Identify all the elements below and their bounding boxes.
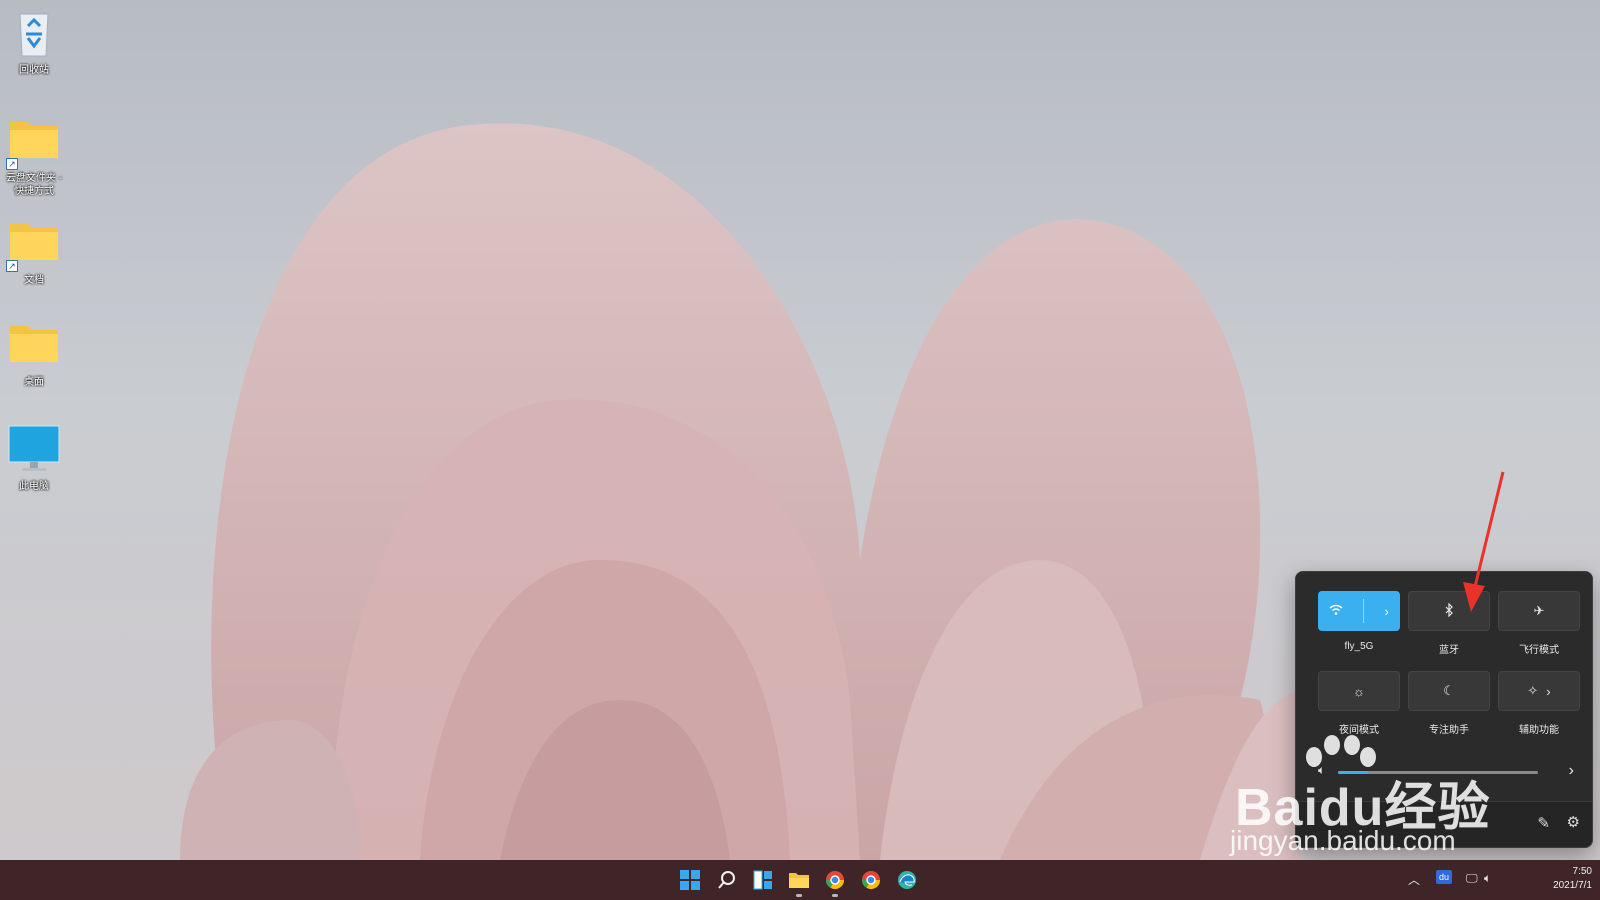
chevron-right-icon[interactable]: › [1385,604,1389,619]
quick-settings-footer: ✎ ⚙ [1296,801,1592,847]
pencil-icon[interactable]: ✎ [1537,814,1550,832]
edge-icon [898,871,916,889]
desktop-icon-documents[interactable]: ↗ 文档 [2,218,66,287]
file-explorer-button[interactable] [785,866,813,897]
clock-date: 2021/7/1 [1553,880,1592,891]
desktop-icon-label: 文档 [24,275,44,286]
volume-slider[interactable] [1338,771,1538,774]
tile-label: 飞行模式 [1519,645,1559,656]
chevron-up-icon[interactable]: ︿ [1408,871,1420,888]
folder-shortcut-icon: ↗ [6,218,62,272]
chrome-icon [862,871,880,890]
shortcut-arrow-icon: ↗ [6,260,18,272]
folder-shortcut-icon: ↗ [6,116,62,170]
desktop-icon-cloud-folder[interactable]: ↗ 云盘文件夹 - 快捷方式 [2,116,66,198]
annotation-arrow [1463,471,1505,612]
tile-label: 夜间模式 [1339,725,1379,736]
quick-settings-panel: › fly_5G 蓝牙 ✈ 飞行模式 ☼ 夜间模式 ☾ 专注助手 ✧ › 辅助功… [1295,571,1593,848]
file-explorer-icon [789,873,809,888]
bluetooth-icon [1444,602,1454,620]
gear-icon[interactable]: ⚙ [1567,813,1580,831]
speaker-icon[interactable]: 🔈︎ [1318,763,1325,778]
system-tray: ︿ du 🖵︎ 🔈︎ 7:50 2021/7/1 [1392,860,1592,900]
network-icon[interactable]: 🖵︎ [1466,871,1478,886]
recycle-bin-icon [6,8,62,60]
tile-label: 辅助功能 [1519,725,1559,736]
wifi-icon [1329,604,1343,619]
tile-label: 专注助手 [1429,725,1469,736]
taskbar: ︿ du 🖵︎ 🔈︎ 7:50 2021/7/1 [0,860,1600,900]
edge-button[interactable] [893,866,921,894]
speaker-icon[interactable]: 🔈︎ [1484,871,1491,886]
widgets-button[interactable] [749,866,777,894]
volume-slider-row: 🔈︎ › [1318,760,1574,784]
widgets-icon [753,870,772,890]
accessibility-icon: ✧ [1527,683,1539,698]
desktop-icon-recycle-bin[interactable]: 回收站 [2,8,66,77]
shortcut-arrow-icon: ↗ [6,158,18,170]
search-icon [718,871,735,889]
wifi-toggle-button[interactable]: › [1318,591,1400,631]
desktop-icon-label: 云盘文件夹 - 快捷方式 [5,173,63,197]
clock-time: 7:50 [1572,866,1592,877]
clock[interactable]: 7:50 2021/7/1 [1548,865,1592,893]
chrome-button[interactable] [857,866,885,894]
desktop-icon-label: 桌面 [24,377,44,388]
search-button[interactable] [713,866,741,894]
focus-assist-tile: ☾ 专注助手 [1408,671,1490,736]
focus-assist-toggle-button[interactable]: ☾ [1408,671,1490,711]
accessibility-button[interactable]: ✧ › [1498,671,1580,711]
folder-icon [6,320,62,372]
desktop-icon-label: 此电脑 [19,481,49,492]
tile-label: 蓝牙 [1439,645,1459,656]
moon-icon: ☾ [1443,683,1455,698]
desktop-icon-label: 回收站 [19,65,49,76]
chrome-icon [826,871,844,890]
volume-slider-fill [1338,771,1368,774]
chevron-right-icon[interactable]: › [1569,762,1574,780]
night-light-toggle-button[interactable]: ☼ [1318,671,1400,711]
start-button[interactable] [676,866,704,894]
wifi-tile: › fly_5G [1318,591,1400,652]
desktop-icon-desktop-folder[interactable]: 桌面 [2,320,66,389]
airplane-icon: ✈ [1533,603,1545,618]
desktop-icon-this-pc[interactable]: 此电脑 [2,424,66,493]
accessibility-tile: ✧ › 辅助功能 [1498,671,1580,736]
brightness-icon: ☼ [1353,683,1365,699]
computer-icon [6,424,62,476]
windows-logo-icon [680,870,700,890]
tile-label: fly_5G [1344,641,1374,652]
chevron-right-icon: › [1546,683,1551,699]
baidu-tray-icon[interactable]: du [1436,870,1453,884]
night-light-tile: ☼ 夜间模式 [1318,671,1400,736]
chrome-button[interactable] [821,866,849,897]
